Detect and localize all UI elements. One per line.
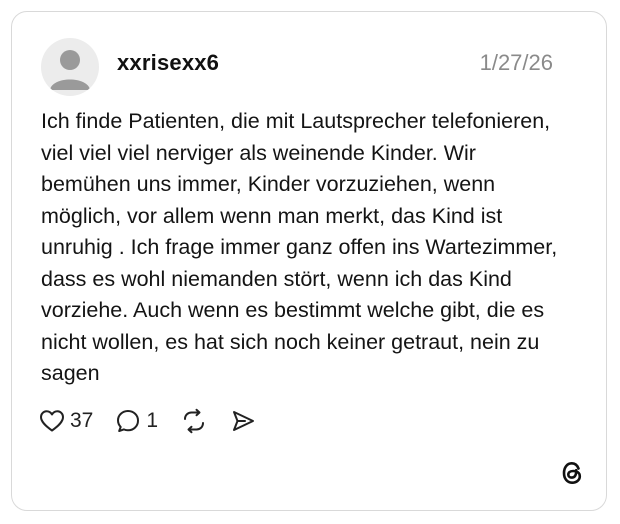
action-bar: 37 1 [39, 406, 278, 436]
username[interactable]: xxrisexx6 [117, 50, 219, 76]
repost-button[interactable] [180, 408, 208, 434]
default-user-avatar-icon [50, 50, 90, 90]
like-count: 37 [70, 409, 94, 432]
reply-count: 1 [146, 409, 159, 432]
like-button[interactable]: 37 [39, 409, 93, 433]
repost-icon [184, 408, 205, 434]
speech-bubble-icon [117, 410, 140, 432]
post-card: xxrisexx6 1/27/26 Ich finde Patienten, d… [11, 11, 607, 511]
post-text: Ich finde Patienten, die mit Lautspreche… [41, 109, 558, 385]
post-date: 1/27/26 [479, 50, 553, 75]
heart-icon [40, 410, 64, 432]
reply-button[interactable]: 1 [115, 408, 158, 434]
send-icon [233, 411, 255, 431]
avatar[interactable] [41, 38, 99, 96]
threads-logo-icon [558, 459, 586, 487]
share-button[interactable] [230, 408, 256, 434]
